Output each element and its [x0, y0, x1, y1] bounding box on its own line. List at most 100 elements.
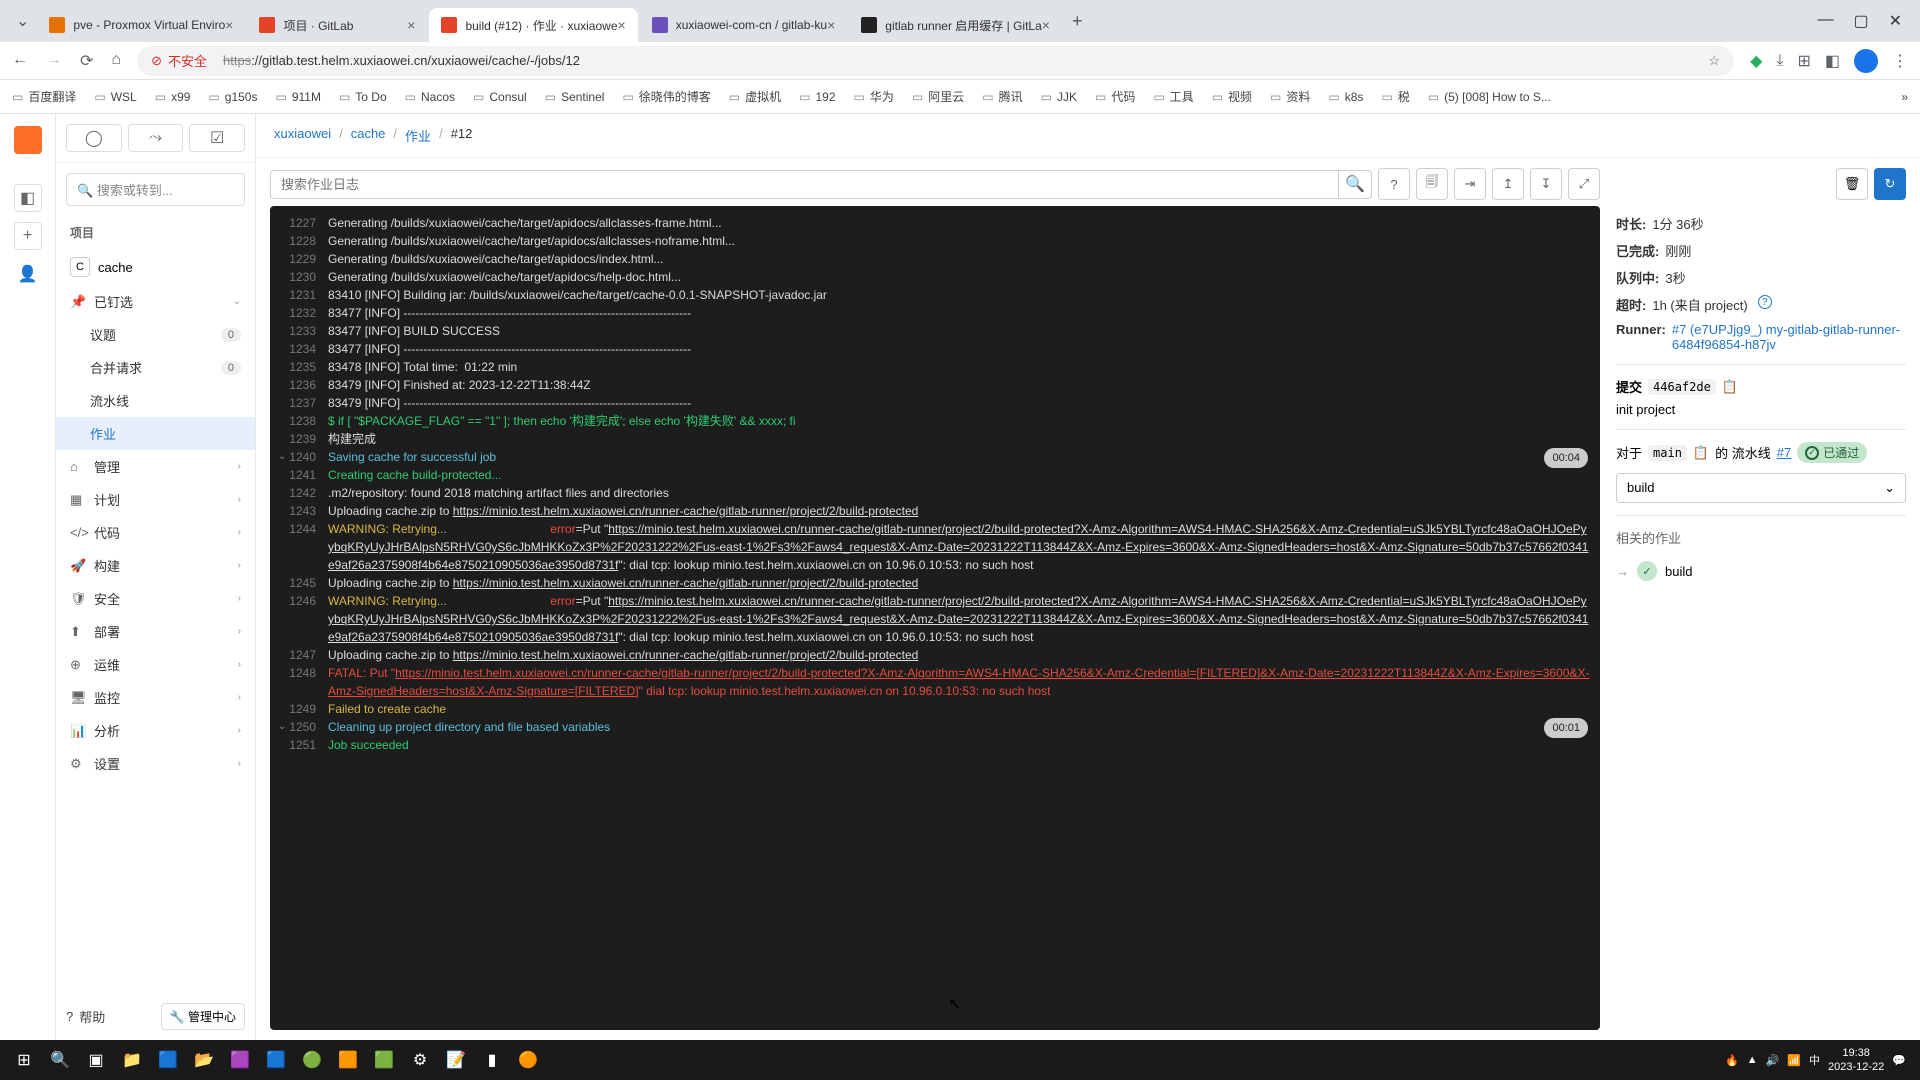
breadcrumb-group[interactable]: xuxiaowei	[274, 126, 331, 145]
scroll-top-icon[interactable]: ↥	[1492, 168, 1524, 200]
raw-log-icon[interactable]: 🗐	[1416, 168, 1448, 200]
erase-job-button[interactable]: 🗑	[1836, 168, 1868, 200]
browser-tab[interactable]: build (#12) · 作业 · xuxiaowe×	[429, 8, 637, 42]
bookmarks-overflow-icon[interactable]: »	[1901, 90, 1908, 104]
sidebar-item-plan[interactable]: ▦计划›	[56, 483, 255, 516]
bookmark-item[interactable]: ▭华为	[854, 88, 894, 105]
bookmark-item[interactable]: ▭代码	[1095, 88, 1135, 105]
reload-icon[interactable]: ⟳	[80, 51, 93, 71]
window-close-icon[interactable]: ✕	[1889, 11, 1902, 31]
browser-tab[interactable]: pve - Proxmox Virtual Enviro×	[37, 8, 245, 42]
pipeline-link[interactable]: #7	[1777, 445, 1791, 460]
merge-requests-shortcut-icon[interactable]: ⤳	[128, 124, 184, 152]
window-maximize-icon[interactable]: ▢	[1853, 11, 1868, 31]
sidebar-item-pinned[interactable]: 📌 已钉选 ⌄	[56, 285, 255, 318]
log-link[interactable]: https://minio.test.helm.xuxiaowei.cn/run…	[328, 666, 1589, 698]
bookmark-item[interactable]: ▭虚拟机	[729, 88, 781, 105]
log-link[interactable]: https://minio.test.helm.xuxiaowei.cn/run…	[453, 504, 919, 518]
nav-forward-icon[interactable]: →	[46, 51, 62, 71]
bookmark-item[interactable]: ▭To Do	[339, 90, 387, 104]
create-new-icon[interactable]: +	[14, 222, 42, 250]
bookmark-item[interactable]: ▭阿里云	[912, 88, 964, 105]
bookmark-item[interactable]: ▭x99	[155, 90, 191, 104]
bookmark-item[interactable]: ▭资料	[1270, 88, 1310, 105]
side-panel-icon[interactable]: ◧	[1825, 51, 1840, 71]
extensions-icon[interactable]: ⊞	[1797, 51, 1810, 71]
sidebar-item-monitor[interactable]: 🖥监控›	[56, 681, 255, 714]
bookmark-item[interactable]: ▭税	[1381, 88, 1409, 105]
tab-close-icon[interactable]: ×	[1042, 17, 1050, 33]
taskbar-app[interactable]: 🟦	[150, 1042, 186, 1078]
bookmark-item[interactable]: ▭腾讯	[982, 88, 1022, 105]
fullscreen-icon[interactable]: ⤢	[1568, 168, 1600, 200]
url-input[interactable]: ⊘ 不安全 https://gitlab.test.helm.xuxiaowei…	[137, 46, 1734, 76]
sidebar-item-settings[interactable]: ⚙设置›	[56, 747, 255, 780]
sidebar-item-jobs[interactable]: 作业	[56, 417, 255, 450]
copy-branch-icon[interactable]: 📋	[1693, 445, 1709, 461]
sidebar-item-build[interactable]: 🚀构建›	[56, 549, 255, 582]
collapse-icon[interactable]: ⌄	[278, 448, 286, 466]
breadcrumb-jobs[interactable]: 作业	[405, 126, 431, 145]
tab-close-icon[interactable]: ×	[827, 17, 835, 33]
scroll-bottom-icon[interactable]: ↧	[1530, 168, 1562, 200]
home-icon[interactable]: ⌂	[111, 51, 121, 71]
tray-icon[interactable]: 🔥	[1725, 1054, 1739, 1067]
stage-dropdown[interactable]: build ⌄	[1616, 473, 1906, 503]
tab-close-icon[interactable]: ×	[618, 17, 626, 33]
info-icon[interactable]: ?	[1758, 295, 1772, 309]
download-log-icon[interactable]: ⇥	[1454, 168, 1486, 200]
collapse-icon[interactable]: ⌄	[278, 718, 286, 736]
start-button[interactable]: ⊞	[6, 1042, 42, 1078]
sidebar-toggle-icon[interactable]: ◧	[14, 184, 42, 212]
tab-close-icon[interactable]: ×	[225, 17, 233, 33]
project-link[interactable]: C cache	[56, 249, 255, 285]
taskbar-app[interactable]: 📝	[438, 1042, 474, 1078]
new-tab-button[interactable]: +	[1064, 11, 1091, 32]
bookmark-item[interactable]: ▭WSL	[94, 90, 136, 104]
sidebar-item-merge-requests[interactable]: 合并请求 0	[56, 351, 255, 384]
taskbar-app[interactable]: 📁	[114, 1042, 150, 1078]
breadcrumb-project[interactable]: cache	[351, 126, 386, 145]
sidebar-item-analyze[interactable]: 📊分析›	[56, 714, 255, 747]
taskbar-app[interactable]: 🟪	[222, 1042, 258, 1078]
shield-icon[interactable]: ◆	[1750, 51, 1762, 71]
branch-name[interactable]: main	[1648, 445, 1687, 461]
admin-center-button[interactable]: 🔧 管理中心	[161, 1003, 245, 1030]
taskbar-app[interactable]: 🟧	[330, 1042, 366, 1078]
taskbar-terminal[interactable]: ▮	[474, 1042, 510, 1078]
bookmark-item[interactable]: ▭百度翻译	[12, 88, 76, 105]
tray-ime[interactable]: 中	[1809, 1052, 1820, 1068]
retry-job-button[interactable]: ↻	[1874, 168, 1906, 200]
bookmark-item[interactable]: ▭徐晓伟的博客	[622, 88, 710, 105]
browser-tab[interactable]: xuxiaowei-com-cn / gitlab-ku×	[640, 8, 848, 42]
browser-tab[interactable]: 项目 · GitLab×	[247, 8, 427, 42]
sidebar-search-input[interactable]: 🔍 搜索或转到...	[66, 173, 245, 206]
gitlab-logo-icon[interactable]	[14, 126, 42, 154]
help-doc-icon[interactable]: ?	[1378, 168, 1410, 200]
chrome-menu-icon[interactable]: ⋮	[1892, 51, 1908, 71]
taskbar-chrome[interactable]: 🟢	[294, 1042, 330, 1078]
related-job-item[interactable]: → ✓ build	[1616, 555, 1906, 587]
todos-shortcut-icon[interactable]: ☑	[189, 124, 245, 152]
nav-back-icon[interactable]: ←	[12, 51, 28, 71]
profile-avatar[interactable]	[1854, 49, 1878, 73]
bookmark-star-icon[interactable]: ☆	[1708, 53, 1720, 69]
sidebar-item-code[interactable]: </>代码›	[56, 516, 255, 549]
bookmark-item[interactable]: ▭JJK	[1041, 90, 1077, 104]
download-icon[interactable]: ⤓	[1776, 52, 1783, 70]
bookmark-item[interactable]: ▭(5) [008] How to S...	[1428, 90, 1551, 104]
tab-close-icon[interactable]: ×	[407, 17, 415, 33]
taskbar-app[interactable]: 📂	[186, 1042, 222, 1078]
sidebar-item-pipelines[interactable]: 流水线	[56, 384, 255, 417]
tab-dropdown-icon[interactable]: ⌄	[8, 11, 37, 31]
tray-icon[interactable]: ▲	[1747, 1054, 1758, 1066]
commit-sha[interactable]: 446af2de	[1648, 379, 1716, 395]
sidebar-item-security[interactable]: 🛡安全›	[56, 582, 255, 615]
sidebar-item-deploy[interactable]: ⬆部署›	[56, 615, 255, 648]
sidebar-item-issues[interactable]: 议题 0	[56, 318, 255, 351]
task-view-icon[interactable]: ▣	[78, 1042, 114, 1078]
copy-sha-icon[interactable]: 📋	[1722, 379, 1738, 395]
issues-shortcut-icon[interactable]: ◯	[66, 124, 122, 152]
job-log-output[interactable]: 1227Generating /builds/xuxiaowei/cache/t…	[270, 206, 1600, 1030]
bookmark-item[interactable]: ▭Sentinel	[545, 90, 605, 104]
